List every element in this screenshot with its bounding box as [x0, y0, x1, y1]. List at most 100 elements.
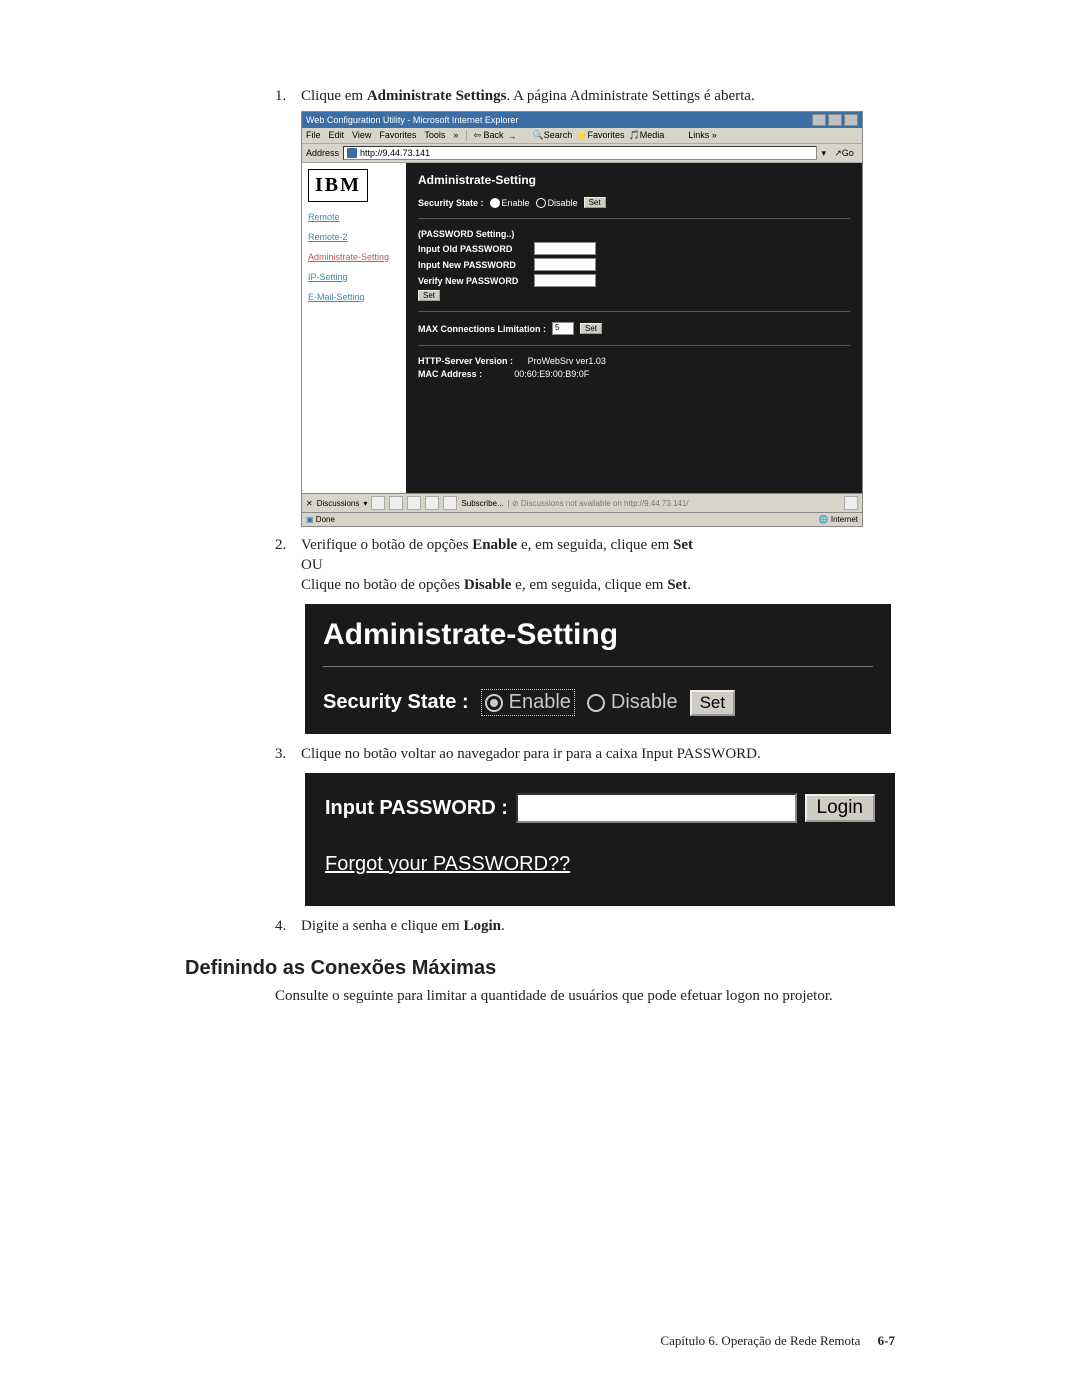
step-4: 4. Digite a senha e clique em Login. [275, 918, 895, 935]
panel-heading: Administrate-Setting [418, 173, 850, 187]
window-buttons [812, 114, 858, 126]
old-password-input[interactable] [534, 242, 596, 255]
step-text: Clique em Administrate Settings. A págin… [301, 88, 755, 104]
enable-radio[interactable]: Enable [490, 198, 530, 208]
instruction-list: 1. Clique em Administrate Settings. A pá… [275, 88, 895, 935]
text-bold: Set [673, 537, 693, 553]
menu-view[interactable]: View [352, 130, 371, 141]
admin-setting-panel: Administrate-Setting Security State : En… [305, 604, 891, 734]
ie-page-icon: ▣ [306, 515, 314, 524]
discuss-icon[interactable] [407, 496, 421, 510]
address-input[interactable]: http://9.44.73.141 [343, 146, 817, 160]
content-panel: Administrate-Setting Security State : En… [406, 163, 862, 493]
security-state-label: Security State : [418, 198, 484, 208]
nav-email-setting[interactable]: E-Mail-Setting [308, 292, 400, 302]
enable-label: Enable [509, 691, 571, 714]
nav-remote[interactable]: Remote [308, 212, 400, 222]
subscribe-link[interactable]: Subscribe... [461, 499, 503, 508]
maximize-button[interactable] [828, 114, 842, 126]
step-text: Clique no botão voltar ao navegador para… [301, 746, 761, 762]
media-button[interactable]: 🎵Media [628, 130, 664, 141]
discuss-icon[interactable] [443, 496, 457, 510]
favorites-button[interactable]: ⭐Favorites [576, 130, 624, 141]
favorites-label: Favorites [587, 130, 624, 140]
http-version-value: ProWebSrv ver1.03 [528, 356, 606, 366]
chapter-label: Capítulo 6. Operação de Rede Remota [660, 1333, 860, 1348]
discussions-label[interactable]: Discussions [317, 499, 360, 508]
verify-password-input[interactable] [534, 274, 596, 287]
step-1: 1. Clique em Administrate Settings. A pá… [275, 88, 895, 527]
max-connections-label: MAX Connections Limitation : [418, 324, 546, 334]
search-button[interactable]: 🔍Search [533, 130, 573, 141]
browser-viewport: IBM Remote Remote-2 Administrate-Setting… [302, 163, 862, 493]
window-title: Web Configuration Utility - Microsoft In… [306, 115, 518, 125]
links-label[interactable]: Links [688, 130, 709, 140]
disable-radio[interactable]: Disable [536, 198, 578, 208]
verify-password-label: Verify New PASSWORD [418, 276, 528, 286]
ibm-logo: IBM [308, 169, 368, 202]
forgot-password-link[interactable]: Forgot your PASSWORD?? [325, 853, 570, 875]
ie-page-icon [347, 148, 357, 158]
menu-more[interactable]: » [453, 130, 458, 141]
section-paragraph: Consulte o seguinte para limitar a quant… [275, 986, 895, 1006]
text-fragment: e, em seguida, clique em [511, 577, 667, 593]
document-page: 1. Clique em Administrate Settings. A pá… [0, 0, 1080, 1397]
zone-text: Internet [831, 515, 858, 524]
page-number: 6-7 [878, 1333, 895, 1348]
menu-file[interactable]: File [306, 130, 321, 141]
step-2: 2. Verifique o botão de opções Enable e,… [275, 537, 895, 734]
search-label: Search [544, 130, 573, 140]
max-connections-input[interactable]: 5 [552, 322, 574, 335]
address-label: Address [306, 148, 339, 158]
discussions-close[interactable]: ✕ [306, 499, 313, 508]
text-bold: Administrate Settings [367, 88, 507, 104]
forward-button[interactable]: → [508, 131, 517, 141]
password-section-heading: (PASSWORD Setting..) [418, 229, 850, 239]
disable-label: Disable [548, 198, 578, 208]
text-fragment: . [501, 918, 505, 934]
text-fragment: Clique no botão de opções [301, 577, 464, 593]
step-or: OU [301, 557, 895, 574]
login-button[interactable]: Login [805, 794, 876, 822]
nav-admin-setting[interactable]: Administrate-Setting [308, 252, 400, 262]
http-version-label: HTTP-Server Version : [418, 356, 513, 366]
max-set-button[interactable]: Set [580, 323, 602, 334]
window-titlebar: Web Configuration Utility - Microsoft In… [302, 112, 862, 128]
links-more[interactable]: » [712, 130, 717, 140]
menu-edit[interactable]: Edit [329, 130, 345, 141]
media-label: Media [640, 130, 665, 140]
page-footer: Capítulo 6. Operação de Rede Remota 6-7 [660, 1333, 895, 1349]
new-password-label: Input New PASSWORD [418, 260, 528, 270]
back-button[interactable]: ⇦ Back [473, 130, 503, 141]
step-number: 3. [275, 746, 286, 763]
internet-zone-icon: 🌐 [819, 515, 829, 524]
set-button[interactable]: Set [690, 690, 736, 716]
minimize-button[interactable] [812, 114, 826, 126]
close-button[interactable] [844, 114, 858, 126]
address-dropdown[interactable]: ▾ [821, 148, 826, 159]
set-button[interactable]: Set [584, 197, 606, 208]
discuss-expand-icon[interactable] [844, 496, 858, 510]
password-input[interactable] [516, 793, 797, 823]
discuss-icon[interactable] [371, 496, 385, 510]
menu-tools[interactable]: Tools [424, 130, 445, 141]
go-button[interactable]: ↗Go [830, 148, 858, 159]
enable-radio[interactable]: Enable [481, 689, 575, 716]
discuss-icon[interactable] [389, 496, 403, 510]
address-bar: Address http://9.44.73.141 ▾ ↗Go [302, 144, 862, 163]
step-text: Digite a senha e clique em Login. [301, 918, 505, 934]
step-number: 4. [275, 918, 286, 935]
radio-icon [485, 694, 503, 712]
password-set-button[interactable]: Set [418, 290, 440, 301]
radio-icon [587, 694, 605, 712]
menu-favorites[interactable]: Favorites [379, 130, 416, 141]
nav-remote2[interactable]: Remote-2 [308, 232, 400, 242]
nav-ip-setting[interactable]: IP-Setting [308, 272, 400, 282]
discuss-icon[interactable] [425, 496, 439, 510]
new-password-input[interactable] [534, 258, 596, 271]
password-label: Input PASSWORD : [325, 797, 508, 820]
old-password-label: Input Old PASSWORD [418, 244, 528, 254]
login-panel: Input PASSWORD : Login Forgot your PASSW… [305, 773, 895, 906]
disable-radio[interactable]: Disable [587, 691, 678, 714]
address-value: http://9.44.73.141 [360, 148, 430, 158]
